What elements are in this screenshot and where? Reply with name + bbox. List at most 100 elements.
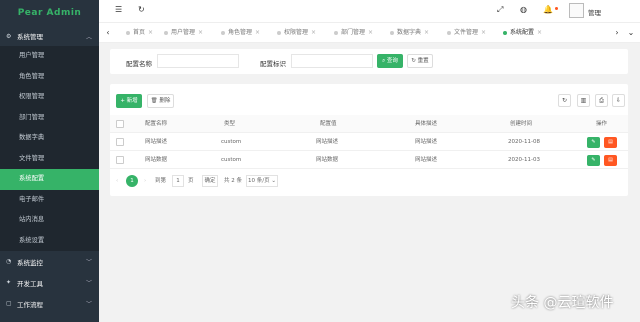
reset-button-label: 重置 <box>417 58 429 64</box>
sidebar-group-label: 系统监控 <box>17 258 43 267</box>
batch-delete-button[interactable]: 🗑 删除 <box>147 94 174 108</box>
tab-dot-icon <box>334 30 338 35</box>
config-name-label: 配置名称 <box>126 60 152 68</box>
notification-badge <box>555 7 558 10</box>
tab-home[interactable]: 首页 × <box>126 23 153 43</box>
close-icon[interactable]: × <box>424 29 429 36</box>
columns-filter-icon[interactable]: ▥ <box>577 94 590 107</box>
reset-button[interactable]: ↻ 重置 <box>407 54 433 68</box>
cell-value: 网站数据 <box>316 157 339 163</box>
row-checkbox[interactable] <box>116 138 124 146</box>
export-icon[interactable]: ⇩ <box>612 94 625 107</box>
tab-dot-icon <box>277 30 281 35</box>
close-icon[interactable]: × <box>198 29 203 36</box>
cell-value: 网站描述 <box>316 139 339 145</box>
sidebar-item-permissions[interactable]: 权限管理 <box>0 87 99 108</box>
tab-departments[interactable]: 部门管理 × <box>334 23 373 43</box>
chevron-down-icon: ﹀ <box>85 301 92 308</box>
fullscreen-icon[interactable]: ⤢ <box>497 5 503 15</box>
tab-dot-icon <box>503 30 507 35</box>
sidebar-group-workflow[interactable]: ▢ 工作流程 ﹀ <box>0 293 99 314</box>
config-name-input[interactable] <box>157 54 239 68</box>
close-icon[interactable]: × <box>255 29 260 36</box>
page-label: 页 <box>188 178 194 184</box>
chevron-down-icon: ⌄ <box>271 178 276 184</box>
sidebar-group-label: 系统管理 <box>17 33 43 41</box>
config-code-label: 配置标识 <box>260 60 286 68</box>
goto-page-input[interactable]: 1 <box>172 175 184 187</box>
next-page-icon[interactable]: › <box>144 175 146 187</box>
sidebar-item-departments[interactable]: 部门管理 <box>0 108 99 129</box>
add-button-label: 新增 <box>126 98 138 104</box>
sidebar-group-label: 工作流程 <box>17 300 43 309</box>
tab-users[interactable]: 用户管理 × <box>164 23 203 43</box>
app-logo[interactable]: Pear Admin <box>0 0 99 26</box>
sidebar-group-label: 开发工具 <box>17 279 43 288</box>
user-name[interactable]: 管理 <box>588 7 601 17</box>
edit-button[interactable]: ✎ <box>587 137 600 148</box>
col-header-actions: 操作 <box>596 121 608 127</box>
sidebar-item-users[interactable]: 用户管理 <box>0 46 99 67</box>
config-code-input[interactable] <box>291 54 373 68</box>
delete-button[interactable]: ▤ <box>604 155 617 166</box>
tab-label: 角色管理 <box>228 29 253 36</box>
edit-button[interactable]: ✎ <box>587 155 600 166</box>
sidebar-group-devtools[interactable]: ✦ 开发工具 ﹀ <box>0 272 99 293</box>
close-icon[interactable]: × <box>481 29 486 36</box>
tab-menu-chevron-icon[interactable]: ⌄ <box>624 23 638 43</box>
close-icon[interactable]: × <box>148 29 153 36</box>
prev-page-icon[interactable]: ‹ <box>116 175 118 187</box>
globe-icon[interactable]: ◍ <box>520 5 527 14</box>
tab-next-icon[interactable]: › <box>610 23 624 43</box>
devtools-icon: ✦ <box>6 279 12 286</box>
print-icon[interactable]: ⎙ <box>595 94 608 107</box>
sidebar-item-roles[interactable]: 角色管理 <box>0 67 99 88</box>
close-icon[interactable]: × <box>368 29 373 36</box>
page-size-value: 10 条/页 <box>248 178 270 184</box>
query-button[interactable]: ⌕ 查询 <box>377 54 403 68</box>
table-row: 网站数据 custom 网站数据 网站描述 2020-11-03 ✎ ▤ <box>110 151 628 169</box>
goto-confirm-button[interactable]: 确定 <box>202 175 218 187</box>
close-icon[interactable]: × <box>311 29 316 36</box>
tab-bar: ‹ 首页 × 用户管理 × 角色管理 × 权限管理 × 部门管理 × 数据字典 × 文件管理… <box>99 23 640 43</box>
col-header-desc: 具体描述 <box>415 121 438 127</box>
row-checkbox[interactable] <box>116 156 124 164</box>
top-header: ☰ ↻ ⤢ ◍ 🔔 管理 <box>99 0 640 23</box>
sidebar-group-system[interactable]: ⚙ 系统管理 ︿ <box>0 26 99 46</box>
trash-icon: 🗑 <box>150 98 158 104</box>
sidebar-item-email[interactable]: 电子邮件 <box>0 190 99 211</box>
select-all-checkbox[interactable] <box>116 120 124 128</box>
tab-dictionary[interactable]: 数据字典 × <box>390 23 429 43</box>
gear-icon: ⚙ <box>6 32 12 40</box>
menu-toggle-icon[interactable]: ☰ <box>115 5 122 14</box>
avatar[interactable] <box>569 3 584 18</box>
tab-files[interactable]: 文件管理 × <box>447 23 486 43</box>
tab-label: 文件管理 <box>454 29 479 36</box>
tab-prev-icon[interactable]: ‹ <box>101 23 115 43</box>
refresh-icon[interactable]: ↻ <box>138 5 145 14</box>
add-button[interactable]: + 新增 <box>116 94 142 108</box>
sidebar-group-monitor[interactable]: ◔ 系统监控 ﹀ <box>0 251 99 272</box>
monitor-icon: ◔ <box>6 258 12 265</box>
tab-dot-icon <box>447 30 451 35</box>
cell-name: 网站数据 <box>145 157 168 163</box>
tab-permissions[interactable]: 权限管理 × <box>277 23 316 43</box>
sidebar-item-config[interactable]: 系统配置 <box>0 169 99 190</box>
page-size-select[interactable]: 10 条/页 ⌄ <box>246 175 278 187</box>
sidebar-item-dictionary[interactable]: 数据字典 <box>0 128 99 149</box>
close-icon[interactable]: × <box>537 29 542 36</box>
tab-label: 系统配置 <box>510 29 535 36</box>
refresh-table-icon[interactable]: ↻ <box>558 94 571 107</box>
delete-button[interactable]: ▤ <box>604 137 617 148</box>
sidebar-item-messages[interactable]: 站内消息 <box>0 210 99 231</box>
bell-icon[interactable]: 🔔 <box>543 5 553 14</box>
current-page[interactable]: 1 <box>126 175 138 187</box>
sidebar-item-settings[interactable]: 系统设置 <box>0 231 99 252</box>
total-count: 共 2 条 <box>224 178 242 184</box>
tab-roles[interactable]: 角色管理 × <box>221 23 260 43</box>
chevron-down-icon: ﹀ <box>85 280 92 287</box>
cell-name: 网站描述 <box>145 139 168 145</box>
query-button-label: 查询 <box>386 58 398 64</box>
tab-config[interactable]: 系统配置 × <box>503 23 542 43</box>
sidebar-item-files[interactable]: 文件管理 <box>0 149 99 170</box>
